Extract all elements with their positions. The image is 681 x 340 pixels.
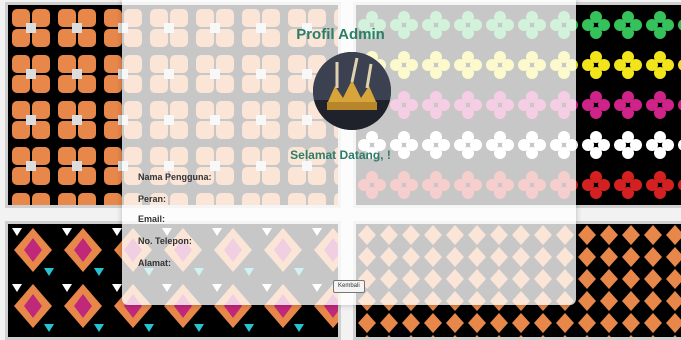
username-label: Nama Pengguna: <box>138 172 212 182</box>
phone-label: No. Telepon: <box>138 236 192 246</box>
welcome-message: Selamat Datang, ! <box>290 148 391 162</box>
admin-avatar-image <box>313 52 391 130</box>
page-title: Profil Admin <box>296 26 385 43</box>
email-label: Email: <box>138 214 166 224</box>
avatar <box>313 52 391 130</box>
address-label: Alamat: <box>138 258 172 268</box>
role-label: Peran: <box>138 194 167 204</box>
back-button[interactable]: Kembali <box>333 280 365 293</box>
